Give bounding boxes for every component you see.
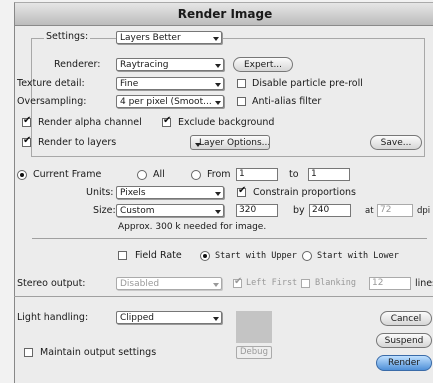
disable-particle-checkbox[interactable] <box>237 79 246 88</box>
chevron-down-icon <box>195 143 201 147</box>
blanking-checkbox[interactable] <box>301 279 310 288</box>
chevron-down-icon <box>215 83 221 87</box>
render-button[interactable]: Render <box>376 355 432 371</box>
current-frame-radio[interactable] <box>17 170 27 180</box>
light-handling-value: Clipped <box>120 313 154 323</box>
chevron-down-icon <box>215 210 221 214</box>
exclude-background-label: Exclude background <box>178 117 275 128</box>
layer-options-button[interactable]: Layer Options... <box>190 135 270 150</box>
dpi-field[interactable]: 72 <box>377 204 413 217</box>
exclude-background-checkbox[interactable] <box>162 115 171 127</box>
from-frames-radio[interactable] <box>191 170 201 180</box>
antialias-label: Anti-alias filter <box>252 96 322 107</box>
memory-note: Approx. 300 k needed for image. <box>118 222 267 232</box>
chevron-down-icon <box>215 192 221 196</box>
window-title: Render Image <box>15 3 433 26</box>
chevron-down-icon <box>213 37 219 41</box>
height-field[interactable]: 240 <box>309 204 351 217</box>
render-layers-label: Render to layers <box>38 137 117 148</box>
size-label: Size: <box>93 205 116 216</box>
disable-particle-label: Disable particle pre-roll <box>252 78 363 89</box>
render-alpha-checkbox[interactable] <box>22 115 31 127</box>
left-first-checkbox[interactable] <box>233 276 242 288</box>
start-upper-label: Start with Upper <box>215 251 297 261</box>
oversampling-label: Oversampling: <box>17 96 87 107</box>
texture-detail-popup[interactable]: Fine <box>116 77 224 90</box>
at-label: at <box>365 206 374 216</box>
layer-options-label: Layer Options... <box>199 138 270 148</box>
size-popup[interactable]: Custom <box>116 204 224 217</box>
settings-value: Layers Better <box>120 33 181 43</box>
start-upper-radio[interactable] <box>200 251 210 261</box>
cancel-button[interactable]: Cancel <box>380 311 432 326</box>
lines-label: lines <box>415 278 433 289</box>
size-value: Custom <box>120 206 155 216</box>
maintain-output-label: Maintain output settings <box>40 347 157 358</box>
color-swatch <box>236 311 272 343</box>
start-lower-label: Start with Lower <box>317 251 399 261</box>
oversampling-popup[interactable]: 4 per pixel (Smoot... <box>116 95 224 108</box>
render-alpha-label: Render alpha channel <box>38 117 142 128</box>
all-frames-label: All <box>153 169 165 180</box>
to-frame-field[interactable]: 1 <box>308 168 350 181</box>
to-label: to <box>289 169 299 180</box>
stereo-output-value: Disabled <box>120 279 160 289</box>
settings-label: Settings: <box>44 31 91 42</box>
units-value: Pixels <box>120 188 146 198</box>
constrain-proportions-label: Constrain proportions <box>253 187 356 198</box>
start-lower-radio[interactable] <box>302 251 312 261</box>
left-first-label: Left First <box>246 278 298 288</box>
blanking-lines-field[interactable]: 12 <box>369 277 411 290</box>
by-label: by <box>293 205 305 216</box>
divider <box>32 238 427 239</box>
chevron-down-icon <box>213 283 219 287</box>
dpi-label: dpi <box>417 206 431 216</box>
current-frame-label: Current Frame <box>33 169 102 180</box>
render-layers-checkbox[interactable] <box>22 135 31 147</box>
stereo-output-popup[interactable]: Disabled <box>116 277 222 290</box>
divider <box>14 296 433 297</box>
settings-popup[interactable]: Layers Better <box>116 31 222 44</box>
save-button[interactable]: Save... <box>370 135 422 150</box>
field-rate-checkbox[interactable] <box>118 251 127 260</box>
field-rate-label: Field Rate <box>135 250 182 261</box>
suspend-button[interactable]: Suspend <box>376 333 432 348</box>
texture-detail-value: Fine <box>120 79 139 89</box>
width-field[interactable]: 320 <box>236 204 278 217</box>
oversampling-value: 4 per pixel (Smoot... <box>120 97 212 107</box>
constrain-proportions-checkbox[interactable] <box>237 185 246 197</box>
chevron-down-icon <box>215 64 221 68</box>
antialias-checkbox[interactable] <box>237 97 246 106</box>
from-label: From <box>207 169 231 180</box>
units-popup[interactable]: Pixels <box>116 186 224 199</box>
from-frame-field[interactable]: 1 <box>236 168 278 181</box>
blanking-label: Blanking <box>315 278 356 288</box>
stereo-output-label: Stereo output: <box>17 278 86 289</box>
all-frames-radio[interactable] <box>137 170 147 180</box>
chevron-down-icon <box>215 101 221 105</box>
maintain-output-checkbox[interactable] <box>24 348 33 357</box>
units-label: Units: <box>86 187 114 198</box>
debug-button[interactable]: Debug <box>236 346 272 359</box>
renderer-value: Raytracing <box>120 60 169 70</box>
texture-detail-label: Texture detail: <box>17 78 85 89</box>
renderer-popup[interactable]: Raytracing <box>116 58 224 71</box>
expert-button[interactable]: Expert... <box>233 57 293 72</box>
renderer-label: Renderer: <box>54 59 101 70</box>
light-handling-label: Light handling: <box>17 312 89 323</box>
light-handling-popup[interactable]: Clipped <box>116 311 222 324</box>
chevron-down-icon <box>213 317 219 321</box>
